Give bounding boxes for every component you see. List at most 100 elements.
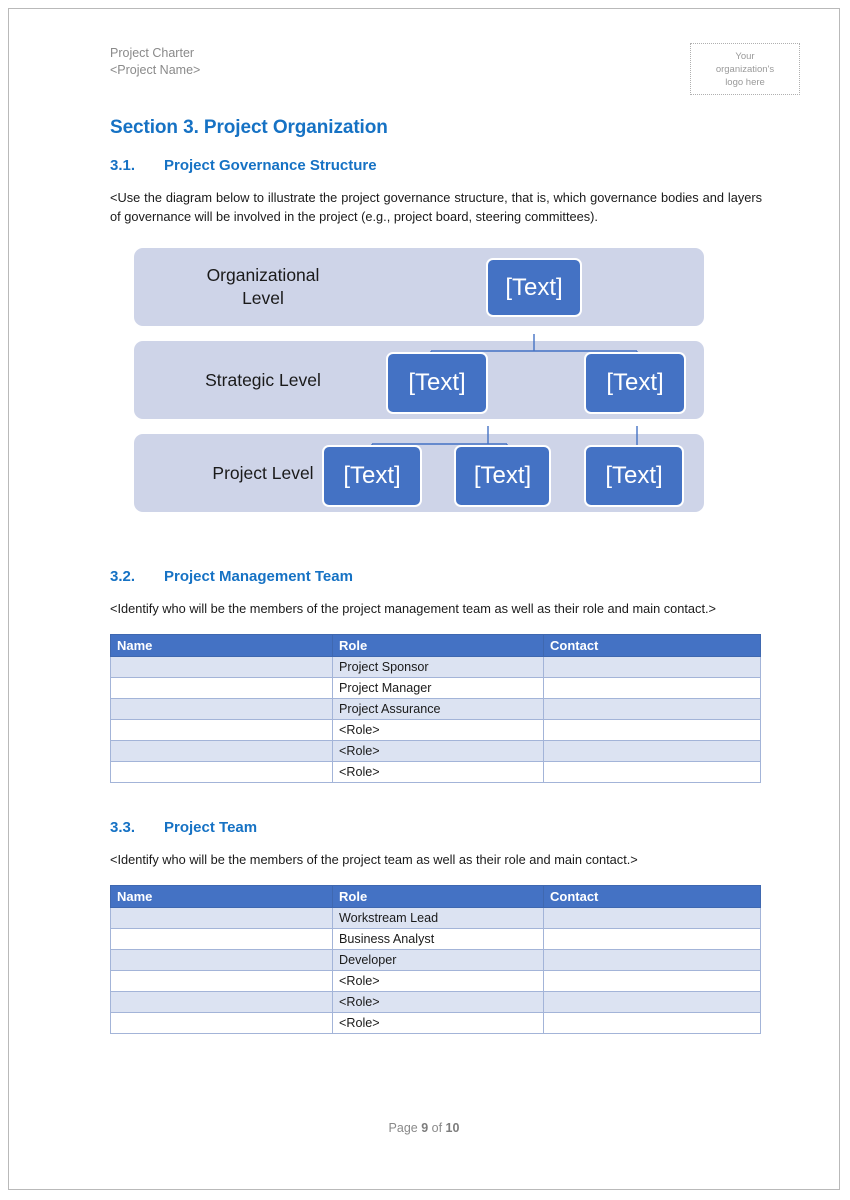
diagram-node-project-1-label: [Text]	[343, 462, 401, 489]
page-title: Section 3. Project Organization	[110, 117, 388, 138]
cell-contact[interactable]	[543, 698, 761, 720]
table-row: <Role>	[110, 761, 761, 783]
cell-contact[interactable]	[543, 949, 761, 971]
cell-role[interactable]: <Role>	[332, 719, 544, 741]
management-team-table: Name Role Contact Project Sponsor Projec…	[110, 634, 761, 783]
cell-role[interactable]: Developer	[332, 949, 544, 971]
header-doc-type: Project Charter	[110, 46, 195, 60]
cell-contact[interactable]	[543, 1012, 761, 1034]
header-project-name: <Project Name>	[110, 63, 201, 77]
cell-name[interactable]	[110, 698, 333, 720]
cell-name[interactable]	[110, 656, 333, 678]
heading-3-1-text: Project Governance Structure	[164, 157, 377, 174]
cell-role[interactable]: <Role>	[332, 761, 544, 783]
band-label-organizational: Organizational Level	[158, 264, 368, 310]
footer-prefix: Page	[388, 1121, 422, 1135]
cell-name[interactable]	[110, 970, 333, 992]
band-label-strategic: Strategic Level	[158, 369, 368, 392]
footer-total-pages: 10	[445, 1121, 460, 1135]
logo-placeholder-line-1: Your	[735, 50, 755, 62]
diagram-node-strategic-1[interactable]: [Text]	[386, 352, 488, 414]
logo-placeholder-line-3: logo here	[725, 76, 765, 88]
cell-name[interactable]	[110, 928, 333, 950]
heading-3-2-number: 3.2.	[110, 568, 136, 585]
table-row: <Role>	[110, 1012, 761, 1034]
cell-role[interactable]: Workstream Lead	[332, 907, 544, 929]
cell-role[interactable]: Project Manager	[332, 677, 544, 699]
paragraph-3-1: <Use the diagram below to illustrate the…	[110, 190, 762, 224]
cell-contact[interactable]	[543, 761, 761, 783]
table-row: <Role>	[110, 991, 761, 1013]
cell-name[interactable]	[110, 991, 333, 1013]
diagram-node-project-3[interactable]: [Text]	[584, 445, 684, 507]
document-page: Project Charter <Project Name> Your orga…	[8, 8, 840, 1190]
header-text-block: Project Charter <Project Name>	[110, 45, 200, 79]
cell-role[interactable]: Project Assurance	[332, 698, 544, 720]
heading-3-3-number: 3.3.	[110, 819, 136, 836]
heading-3-2-text: Project Management Team	[164, 568, 353, 585]
diagram-node-project-2-label: [Text]	[473, 462, 532, 489]
table-row: <Role>	[110, 719, 761, 741]
cell-name[interactable]	[110, 1012, 333, 1034]
cell-name[interactable]	[110, 761, 333, 783]
page-content: Project Charter <Project Name> Your orga…	[102, 43, 800, 1034]
cell-contact[interactable]	[543, 907, 761, 929]
table-row: Business Analyst	[110, 928, 761, 950]
diagram-node-strategic-2-label: [Text]	[606, 369, 664, 396]
table-header-row: Name Role Contact	[110, 634, 761, 657]
band-label-strategic-line1: Strategic Level	[205, 370, 321, 390]
paragraph-3-2: <Identify who will be the members of the…	[110, 601, 717, 616]
diagram-node-org-1[interactable]: [Text]	[486, 258, 582, 317]
cell-role[interactable]: <Role>	[332, 740, 544, 762]
column-header-name: Name	[110, 885, 333, 908]
heading-3-1-number: 3.1.	[110, 157, 136, 174]
diagram-node-project-2[interactable]: [Text]	[454, 445, 551, 507]
table-row: Project Sponsor	[110, 656, 761, 678]
table-row: Workstream Lead	[110, 907, 761, 929]
diagram-node-project-1[interactable]: [Text]	[322, 445, 422, 507]
column-header-role: Role	[332, 885, 544, 908]
diagram-node-project-3-label: [Text]	[605, 462, 663, 489]
table-row: Project Assurance	[110, 698, 761, 720]
heading-3-1: 3.1. Project Governance Structure	[110, 157, 762, 174]
cell-contact[interactable]	[543, 656, 761, 678]
heading-3-2: 3.2. Project Management Team	[110, 568, 762, 585]
cell-role[interactable]: Project Sponsor	[332, 656, 544, 678]
cell-contact[interactable]	[543, 991, 761, 1013]
diagram-node-strategic-1-label: [Text]	[408, 369, 466, 396]
cell-role[interactable]: Business Analyst	[332, 928, 544, 950]
heading-3-3-text: Project Team	[164, 819, 258, 836]
cell-contact[interactable]	[543, 970, 761, 992]
cell-contact[interactable]	[543, 928, 761, 950]
paragraph-3-3: <Identify who will be the members of the…	[110, 852, 638, 867]
diagram-node-org-1-label: [Text]	[505, 273, 563, 301]
cell-name[interactable]	[110, 719, 333, 741]
cell-name[interactable]	[110, 677, 333, 699]
column-header-contact: Contact	[543, 634, 761, 657]
governance-diagram: Organizational Level Strategic Level Pro…	[134, 248, 704, 520]
cell-role[interactable]: <Role>	[332, 991, 544, 1013]
cell-role[interactable]: <Role>	[332, 970, 544, 992]
cell-role[interactable]: <Role>	[332, 1012, 544, 1034]
table-header-row: Name Role Contact	[110, 885, 761, 908]
cell-contact[interactable]	[543, 719, 761, 741]
column-header-name: Name	[110, 634, 333, 657]
logo-placeholder: Your organization's logo here	[690, 43, 800, 95]
project-team-table: Name Role Contact Workstream Lead Busine…	[110, 885, 761, 1034]
diagram-node-strategic-2[interactable]: [Text]	[584, 352, 686, 414]
logo-placeholder-line-2: organization's	[715, 63, 775, 75]
cell-name[interactable]	[110, 740, 333, 762]
band-label-organizational-line2: Level	[242, 288, 284, 308]
column-header-role: Role	[332, 634, 544, 657]
cell-name[interactable]	[110, 949, 333, 971]
footer-middle: of	[428, 1121, 446, 1135]
table-row: <Role>	[110, 970, 761, 992]
running-header: Project Charter <Project Name> Your orga…	[102, 43, 800, 107]
cell-contact[interactable]	[543, 740, 761, 762]
table-row: Project Manager	[110, 677, 761, 699]
cell-contact[interactable]	[543, 677, 761, 699]
cell-name[interactable]	[110, 907, 333, 929]
column-header-contact: Contact	[543, 885, 761, 908]
band-label-organizational-line1: Organizational	[206, 265, 320, 285]
heading-3-3: 3.3. Project Team	[110, 819, 762, 836]
